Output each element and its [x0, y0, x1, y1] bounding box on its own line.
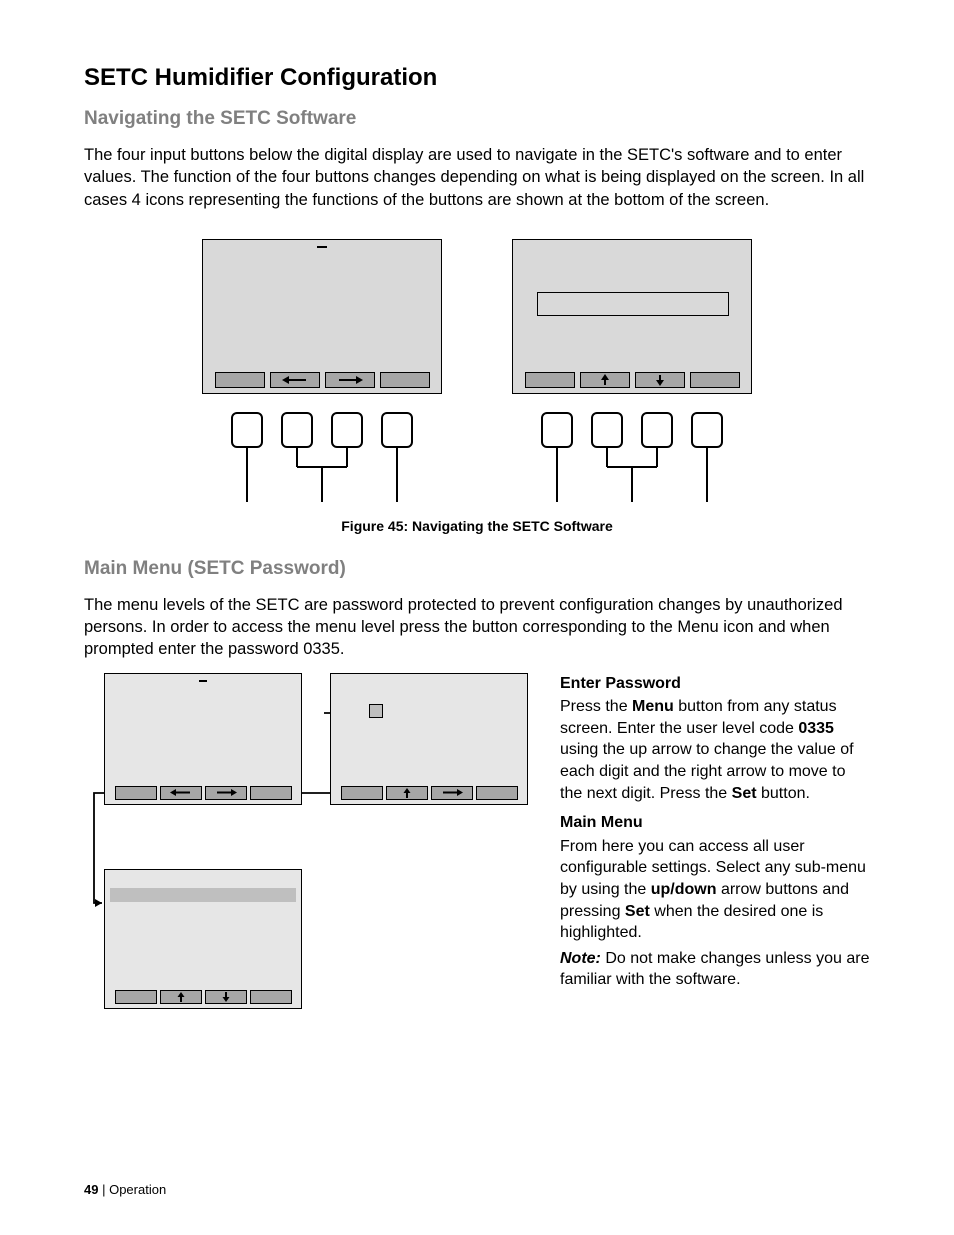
- highlight-bar: [537, 292, 729, 316]
- set-label: Set: [625, 903, 650, 920]
- page-footer: 49 | Operation: [84, 1182, 166, 1197]
- menu-item-highlight: [110, 888, 296, 902]
- updown-label: up/down: [651, 881, 717, 898]
- soft-button-row: [331, 786, 527, 800]
- arrow-up-icon: [598, 373, 612, 387]
- dash-icon: [317, 246, 327, 248]
- soft-button-blank: [525, 372, 575, 388]
- soft-button-blank: [250, 786, 292, 800]
- soft-button-blank: [476, 786, 518, 800]
- arrow-right-icon: [439, 788, 465, 797]
- password-code: 0335: [798, 720, 834, 737]
- display-screen-right: [512, 239, 752, 394]
- physical-button[interactable]: [281, 412, 313, 448]
- page-title: SETC Humidifier Configuration: [84, 64, 870, 92]
- arrow-up-icon: [401, 787, 413, 799]
- note-label: Note:: [560, 950, 601, 967]
- arrow-right-icon: [335, 375, 365, 385]
- soft-button-blank: [250, 990, 292, 1004]
- screen-group-left: [202, 239, 442, 448]
- soft-button-down: [205, 990, 247, 1004]
- section-heading-mainmenu: Main Menu (SETC Password): [84, 558, 870, 580]
- digit-cursor: [369, 704, 383, 718]
- step-text-main-menu: From here you can access all user config…: [560, 836, 870, 944]
- physical-button-row: [512, 412, 752, 448]
- soft-button-blank: [341, 786, 383, 800]
- arrow-left-icon: [280, 375, 310, 385]
- dash-icon: [199, 680, 207, 682]
- physical-button[interactable]: [541, 412, 573, 448]
- physical-button[interactable]: [641, 412, 673, 448]
- section-para-mainmenu: The menu levels of the SETC are password…: [84, 594, 870, 661]
- password-screen: [330, 673, 528, 805]
- arrow-down-icon: [653, 373, 667, 387]
- soft-button-up: [580, 372, 630, 388]
- soft-button-up: [386, 786, 428, 800]
- page-number: 49: [84, 1182, 98, 1197]
- soft-button-row: [105, 786, 301, 800]
- arrow-up-icon: [175, 991, 187, 1003]
- status-screen: [104, 673, 302, 805]
- section-para-navigating: The four input buttons below the digital…: [84, 144, 870, 211]
- soft-button-blank: [380, 372, 430, 388]
- soft-button-blank: [115, 990, 157, 1004]
- figure-45: [84, 239, 870, 448]
- text-fragment: button.: [757, 785, 810, 802]
- left-column-screens: [84, 673, 524, 995]
- footer-sep: |: [98, 1182, 109, 1197]
- figure-caption: Figure 45: Navigating the SETC Software: [84, 518, 870, 534]
- note-text: Do not make changes unless you are famil…: [560, 950, 870, 989]
- text-fragment: Press the: [560, 698, 632, 715]
- right-column-instructions: Enter Password Press the Menu button fro…: [560, 673, 870, 995]
- display-screen-left: [202, 239, 442, 394]
- arrow-left-icon: [168, 788, 194, 797]
- arrow-right-icon: [213, 788, 239, 797]
- physical-button[interactable]: [381, 412, 413, 448]
- physical-button[interactable]: [231, 412, 263, 448]
- soft-button-down: [635, 372, 685, 388]
- physical-button[interactable]: [591, 412, 623, 448]
- step-heading-main-menu: Main Menu: [560, 812, 870, 834]
- footer-section: Operation: [109, 1182, 166, 1197]
- soft-button-right: [325, 372, 375, 388]
- soft-button-row: [513, 372, 751, 388]
- soft-button-up: [160, 990, 202, 1004]
- step-text-enter-password: Press the Menu button from any status sc…: [560, 696, 870, 804]
- arrow-down-icon: [220, 991, 232, 1003]
- soft-button-right: [431, 786, 473, 800]
- set-label: Set: [732, 785, 757, 802]
- main-menu-screen: [104, 869, 302, 1009]
- soft-button-left: [160, 786, 202, 800]
- soft-button-right: [205, 786, 247, 800]
- physical-button-row: [202, 412, 442, 448]
- physical-button[interactable]: [691, 412, 723, 448]
- soft-button-blank: [215, 372, 265, 388]
- step-note: Note: Do not make changes unless you are…: [560, 948, 870, 991]
- physical-button[interactable]: [331, 412, 363, 448]
- step-heading-enter-password: Enter Password: [560, 673, 870, 695]
- menu-label: Menu: [632, 698, 674, 715]
- soft-button-blank: [690, 372, 740, 388]
- section-heading-navigating: Navigating the SETC Software: [84, 108, 870, 130]
- soft-button-row: [203, 372, 441, 388]
- soft-button-row: [105, 990, 301, 1004]
- soft-button-left: [270, 372, 320, 388]
- soft-button-blank: [115, 786, 157, 800]
- two-column-layout: Enter Password Press the Menu button fro…: [84, 673, 870, 995]
- screen-group-right: [512, 239, 752, 448]
